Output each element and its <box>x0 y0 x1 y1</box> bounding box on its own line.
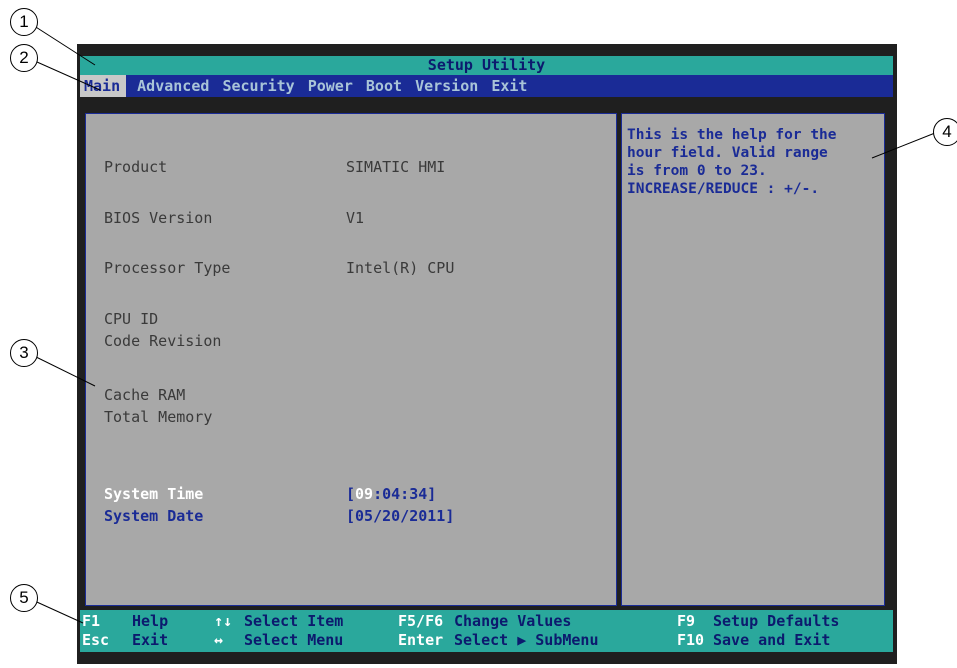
f9-desc: Setup Defaults <box>713 612 840 630</box>
menu-power[interactable]: Power <box>306 75 355 97</box>
system-time-minsec[interactable]: :04:34] <box>373 485 436 503</box>
menu-exit[interactable]: Exit <box>489 75 529 97</box>
bios-version-value: V1 <box>346 209 365 227</box>
updown-arrows-icon: ↑↓ <box>214 612 233 630</box>
callout-5: 5 <box>10 584 38 612</box>
enter-desc: Select ▶ SubMenu <box>454 631 599 649</box>
help-panel: This is the help for the hour field. Val… <box>621 113 885 606</box>
menu-main[interactable]: Main <box>80 75 127 97</box>
bios-version-label: BIOS Version <box>104 209 213 227</box>
updown-desc: Select Item <box>244 612 344 630</box>
callout-2: 2 <box>10 44 38 72</box>
f9-key: F9 <box>677 612 696 630</box>
status-bar: F1 Help Esc Exit ↑↓ Select Item ↔ Select… <box>80 610 893 652</box>
system-time-bracket: [ <box>346 485 356 503</box>
system-time-label[interactable]: System Time <box>104 485 203 503</box>
enter-key: Enter <box>398 631 444 649</box>
product-value: SIMATIC HMI <box>346 158 446 176</box>
system-time-value[interactable]: [09:04:34] <box>346 485 436 503</box>
cache-ram-label: Cache RAM <box>104 386 186 404</box>
processor-type-label: Processor Type <box>104 259 231 277</box>
help-text: This is the help for the hour field. Val… <box>627 127 837 197</box>
leftright-desc: Select Menu <box>244 631 344 649</box>
menu-boot[interactable]: Boot <box>364 75 404 97</box>
cpu-id-label: CPU ID <box>104 310 159 328</box>
bios-screen: Setup Utility Main Advanced Security Pow… <box>77 44 897 664</box>
menu-version[interactable]: Version <box>413 75 480 97</box>
content-area: Product SIMATIC HMI BIOS Version V1 Proc… <box>80 97 893 608</box>
total-memory-label: Total Memory <box>104 408 213 426</box>
f5f6-key: F5/F6 <box>398 612 444 630</box>
esc-desc: Exit <box>132 631 169 649</box>
esc-key: Esc <box>82 631 110 649</box>
processor-type-value: Intel(R) CPU <box>346 259 455 277</box>
main-panel: Product SIMATIC HMI BIOS Version V1 Proc… <box>85 113 617 606</box>
callout-4: 4 <box>933 118 957 146</box>
leftright-arrows-icon: ↔ <box>214 631 224 649</box>
f1-desc: Help <box>132 612 169 630</box>
callout-3: 3 <box>10 339 38 367</box>
f10-desc: Save and Exit <box>713 631 831 649</box>
system-date-value[interactable]: [05/20/2011] <box>346 507 454 525</box>
title-bar: Setup Utility <box>80 56 893 75</box>
system-time-hour[interactable]: 09 <box>355 485 373 503</box>
code-revision-label: Code Revision <box>104 332 222 350</box>
system-date-label[interactable]: System Date <box>104 507 203 525</box>
product-label: Product <box>104 158 168 176</box>
menu-advanced[interactable]: Advanced <box>135 75 211 97</box>
callout-1: 1 <box>10 8 38 36</box>
menu-bar: Main Advanced Security Power Boot Versio… <box>80 75 893 97</box>
f5f6-desc: Change Values <box>454 612 572 630</box>
f10-key: F10 <box>677 631 705 649</box>
f1-key: F1 <box>82 612 101 630</box>
menu-security[interactable]: Security <box>220 75 296 97</box>
